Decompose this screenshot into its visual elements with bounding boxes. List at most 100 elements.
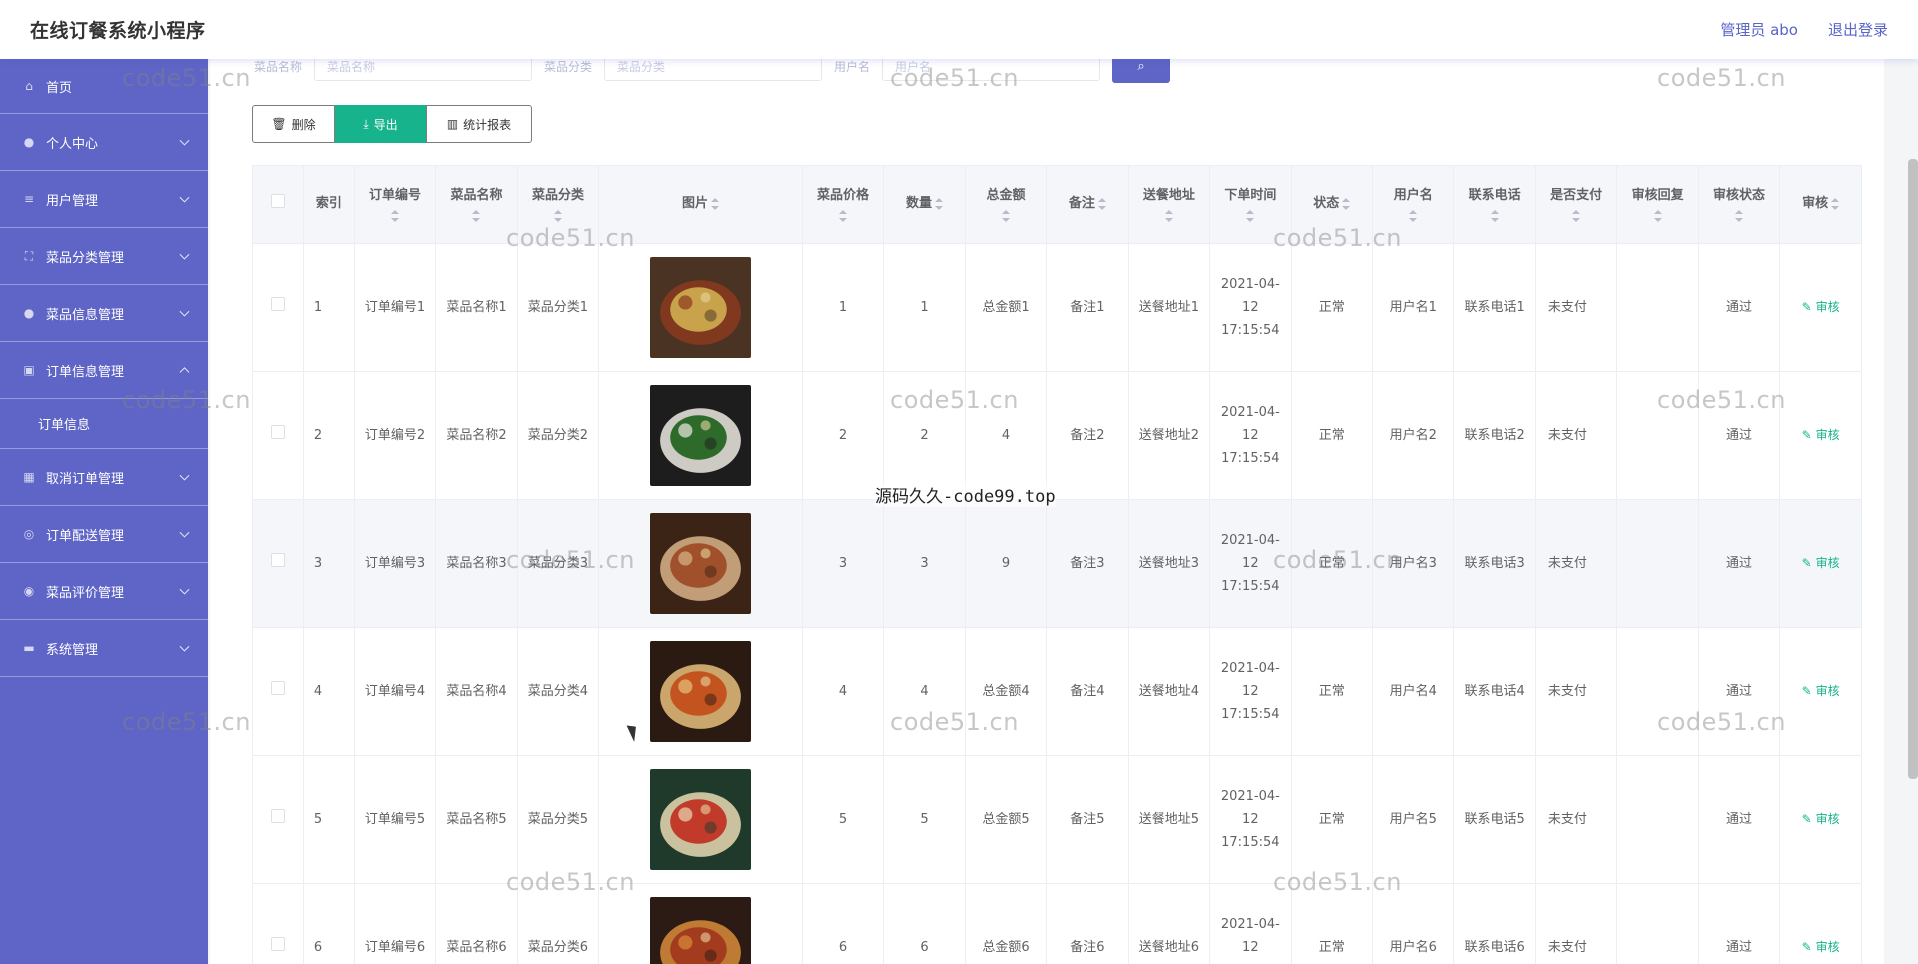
table-row[interactable]: 2 订单编号2 菜品名称2 菜品分类2 2 2 4 备注2 送餐地址2 2021-04-12 1… (252, 371, 1862, 500)
column-header[interactable]: 送餐地址 (1128, 165, 1211, 244)
row-checkbox-cell[interactable] (252, 499, 304, 628)
sort-icon[interactable] (1831, 197, 1840, 211)
audit-button[interactable]: ✎ 审核 (1802, 556, 1840, 570)
column-header[interactable]: 状态 (1291, 165, 1374, 244)
table-row[interactable]: 4 订单编号4 菜品名称4 菜品分类4 4 4 总金额4 备注4 送餐地址4 2021-04-1… (252, 627, 1862, 756)
sidebar-item[interactable]: ▦ 取消订单管理 (0, 449, 208, 506)
column-header[interactable]: 是否支付 (1535, 165, 1618, 244)
address-cell: 送餐地址5 (1128, 755, 1211, 884)
remark-cell: 备注4 (1046, 627, 1129, 756)
sort-icon[interactable] (1342, 197, 1351, 211)
stats-report-button[interactable]: ▥ 统计报表 (426, 105, 532, 143)
table-row[interactable]: 1 订单编号1 菜品名称1 菜品分类1 1 1 总金额1 备注1 送餐地址1 2021-04-1… (252, 243, 1862, 372)
sidebar-subitem-order-info[interactable]: 订单信息 (0, 399, 208, 449)
column-header[interactable]: 订单编号 (354, 165, 437, 244)
current-user[interactable]: 管理员 abo (1720, 19, 1798, 40)
sort-icon[interactable] (1653, 209, 1662, 223)
user-icon: ● (23, 135, 35, 149)
row-checkbox-cell[interactable] (252, 243, 304, 372)
row-checkbox[interactable] (270, 937, 285, 951)
download-icon: ⤓ (363, 116, 369, 131)
sidebar-item[interactable]: ● 菜品信息管理 (0, 285, 208, 342)
sidebar-item[interactable]: ⌂ 首页 (0, 59, 208, 114)
audit-label: 审核 (1815, 812, 1840, 826)
dish-category-cell: 菜品分类1 (517, 243, 600, 372)
logout-link[interactable]: 退出登录 (1828, 19, 1888, 40)
row-checkbox-cell[interactable] (252, 883, 304, 964)
row-checkbox-cell[interactable] (252, 371, 304, 500)
column-header-label: 审核状态 (1713, 188, 1766, 204)
sidebar-item[interactable]: ◉ 菜品评价管理 (0, 563, 208, 620)
column-header[interactable]: 备注 (1046, 165, 1129, 244)
index-cell: 1 (303, 243, 355, 372)
order-no-cell: 订单编号4 (354, 627, 437, 756)
audit-button[interactable]: ✎ 审核 (1802, 940, 1840, 954)
row-checkbox-cell[interactable] (252, 627, 304, 756)
sort-icon[interactable] (553, 209, 562, 223)
audit-button[interactable]: ✎ 审核 (1802, 300, 1840, 314)
chevron-down-icon (179, 641, 190, 652)
sort-icon[interactable] (839, 209, 848, 223)
sort-icon[interactable] (1097, 197, 1106, 211)
column-header[interactable]: 下单时间 (1209, 165, 1292, 244)
table-row[interactable]: 5 订单编号5 菜品名称5 菜品分类5 5 5 总金额5 备注5 送餐地址5 2021-04-1… (252, 755, 1862, 884)
column-header: 索引 (303, 165, 355, 244)
chevron-down-icon (179, 135, 190, 146)
sort-icon[interactable] (1735, 209, 1744, 223)
quantity-cell: 1 (883, 243, 966, 372)
row-checkbox-cell[interactable] (252, 755, 304, 884)
sort-icon[interactable] (391, 209, 400, 223)
column-header[interactable]: 联系电话 (1453, 165, 1536, 244)
sidebar-item[interactable]: ● 个人中心 (0, 114, 208, 171)
delete-label: 删除 (291, 117, 316, 132)
column-header[interactable]: 数量 (883, 165, 966, 244)
sort-icon[interactable] (1164, 209, 1173, 223)
column-header[interactable]: 总金额 (965, 165, 1048, 244)
sort-icon[interactable] (711, 197, 719, 211)
column-header[interactable]: 审核 (1779, 165, 1862, 244)
vertical-scrollbar[interactable] (1908, 159, 1918, 779)
select-all-checkbox[interactable] (270, 193, 285, 208)
content-panel: 菜品名称 菜品名称 菜品分类 菜品分类 用户名 用户名 ⌕ 🗑 删除 ⤓ 导出 ▥ 统计报表 (210, 49, 1884, 964)
chevron-up-icon (179, 367, 190, 378)
row-checkbox[interactable] (270, 809, 285, 823)
sort-icon[interactable] (1409, 209, 1418, 223)
sidebar-item[interactable]: ⛶ 菜品分类管理 (0, 228, 208, 285)
dish-category-cell: 菜品分类3 (517, 499, 600, 628)
table-row[interactable]: 6 订单编号6 菜品名称6 菜品分类6 6 6 总金额6 备注6 送餐地址6 2021-04-1… (252, 883, 1862, 964)
edit-icon: ✎ (1801, 428, 1812, 442)
total-cell: 总金额5 (965, 755, 1048, 884)
remark-cell: 备注6 (1046, 883, 1129, 964)
sort-icon[interactable] (1572, 209, 1581, 223)
address-cell: 送餐地址6 (1128, 883, 1211, 964)
table-row[interactable]: 3 订单编号3 菜品名称3 菜品分类3 3 3 9 备注3 送餐地址3 2021-04-12 1… (252, 499, 1862, 628)
column-header[interactable]: 用户名 (1372, 165, 1455, 244)
row-checkbox[interactable] (270, 553, 285, 567)
image-cell (598, 371, 803, 500)
column-header[interactable]: 菜品分类 (517, 165, 600, 244)
column-header[interactable]: 审核回复 (1616, 165, 1699, 244)
sidebar-item[interactable]: ≡ 用户管理 (0, 171, 208, 228)
address-cell: 送餐地址4 (1128, 627, 1211, 756)
sort-icon[interactable] (472, 209, 481, 223)
row-checkbox[interactable] (270, 297, 285, 311)
audit-button[interactable]: ✎ 审核 (1802, 812, 1840, 826)
sort-icon[interactable] (935, 197, 944, 211)
sort-icon[interactable] (1246, 209, 1255, 223)
audit-button[interactable]: ✎ 审核 (1802, 684, 1840, 698)
sidebar-item[interactable]: ▬ 系统管理 (0, 620, 208, 677)
sidebar-item[interactable]: ◎ 订单配送管理 (0, 506, 208, 563)
sort-icon[interactable] (1490, 209, 1499, 223)
sort-icon[interactable] (1001, 209, 1010, 223)
column-header[interactable]: 图片 (598, 165, 803, 244)
sidebar-item[interactable]: ▣ 订单信息管理 (0, 342, 208, 399)
column-header[interactable]: 菜品名称 (435, 165, 518, 244)
delete-button[interactable]: 🗑 删除 (252, 105, 335, 143)
export-button[interactable]: ⤓ 导出 (335, 105, 426, 143)
column-header[interactable]: 菜品价格 (802, 165, 885, 244)
audit-button[interactable]: ✎ 审核 (1802, 428, 1840, 442)
row-checkbox[interactable] (270, 425, 285, 439)
remark-cell: 备注3 (1046, 499, 1129, 628)
row-checkbox[interactable] (270, 681, 285, 695)
column-header[interactable]: 审核状态 (1698, 165, 1781, 244)
